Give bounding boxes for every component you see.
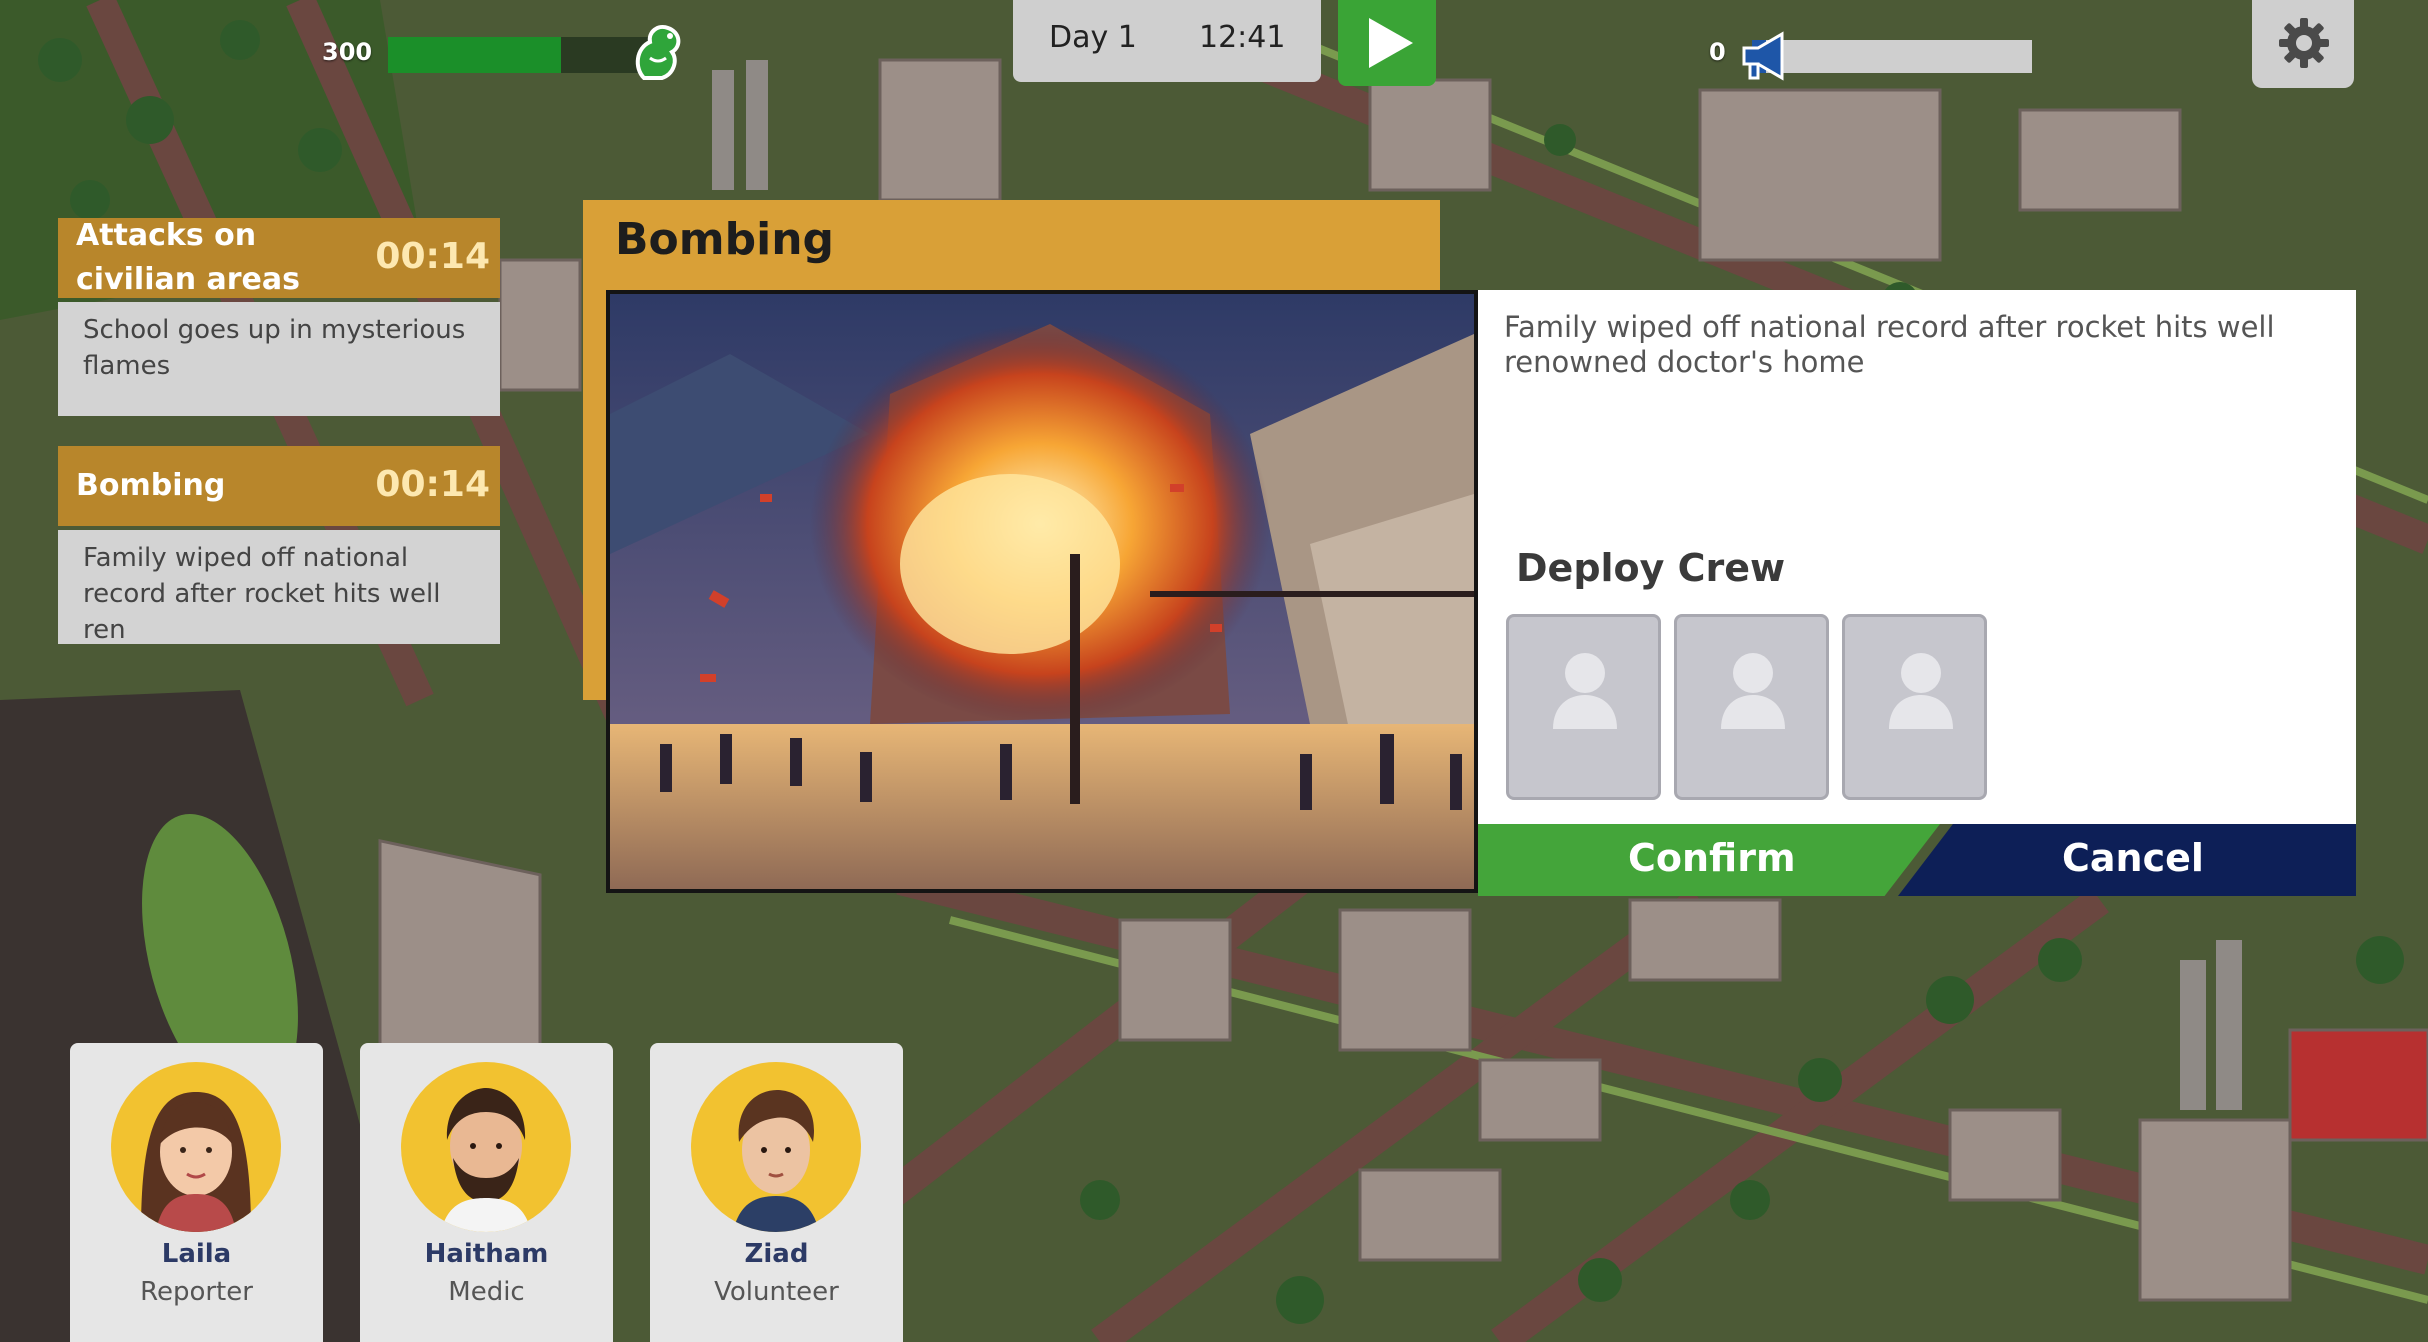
event-title: Attacks on civilian areas	[76, 218, 301, 297]
event-card-header[interactable]: Attacks on civilian areas 00:14	[58, 218, 500, 298]
play-icon	[1369, 18, 1413, 68]
confirm-button[interactable]: Confirm	[1478, 824, 1940, 896]
crew-name: Haitham	[424, 1239, 549, 1269]
event-card-body[interactable]: Family wiped off national record after r…	[58, 530, 500, 645]
megaphone-icon	[1742, 31, 1784, 81]
clock-label: 12:41	[1199, 20, 1286, 55]
crew-slot[interactable]	[1674, 614, 1829, 800]
settings-button[interactable]	[2252, 0, 2354, 88]
avatar	[401, 1062, 571, 1232]
deploy-crew-label: Deploy Crew	[1516, 546, 1786, 590]
crew-slot[interactable]	[1506, 614, 1661, 800]
health-value: 300	[322, 38, 373, 66]
media-bar	[1752, 40, 2032, 73]
gear-icon	[2279, 18, 2329, 68]
event-card-body[interactable]: School goes up in mysterious flames	[58, 302, 500, 416]
crew-role: Medic	[448, 1277, 525, 1307]
crew-card[interactable]: Laila Reporter	[70, 1043, 323, 1342]
avatar	[691, 1062, 861, 1232]
event-card-header[interactable]: Bombing 00:14	[58, 446, 500, 526]
day-label: Day 1	[1049, 20, 1137, 55]
cancel-button[interactable]: Cancel	[1898, 824, 2356, 896]
dinosaur-icon	[635, 25, 681, 80]
event-summary: School goes up in mysterious flames	[83, 315, 466, 381]
event-timer: 00:14	[375, 236, 490, 277]
play-button[interactable]	[1338, 0, 1436, 86]
crew-card[interactable]: Haitham Medic	[360, 1043, 613, 1342]
media-value: 0	[1709, 38, 1726, 66]
event-timer: 00:14	[375, 464, 490, 505]
event-title: Bombing	[76, 468, 226, 503]
day-clock-panel: Day 1 12:41	[1013, 0, 1321, 82]
crew-card[interactable]: Ziad Volunteer	[650, 1043, 903, 1342]
modal-title: Bombing	[615, 214, 835, 265]
event-summary: Family wiped off national record after r…	[83, 543, 441, 645]
crew-role: Volunteer	[714, 1277, 839, 1307]
event-illustration	[606, 290, 1478, 893]
event-details-panel: Family wiped off national record after r…	[1478, 290, 2356, 824]
crew-role: Reporter	[140, 1277, 253, 1307]
crew-name: Laila	[161, 1239, 232, 1269]
person-icon	[1721, 653, 1785, 729]
confirm-label: Confirm	[1628, 836, 1796, 880]
person-icon	[1553, 653, 1617, 729]
cancel-label: Cancel	[2062, 836, 2204, 880]
crew-slot[interactable]	[1842, 614, 1987, 800]
person-icon	[1889, 653, 1953, 729]
avatar	[111, 1062, 281, 1232]
health-bar-fill	[388, 37, 561, 73]
crew-name: Ziad	[744, 1239, 809, 1269]
event-description: Family wiped off national record after r…	[1504, 310, 2275, 379]
health-bar	[388, 37, 658, 73]
